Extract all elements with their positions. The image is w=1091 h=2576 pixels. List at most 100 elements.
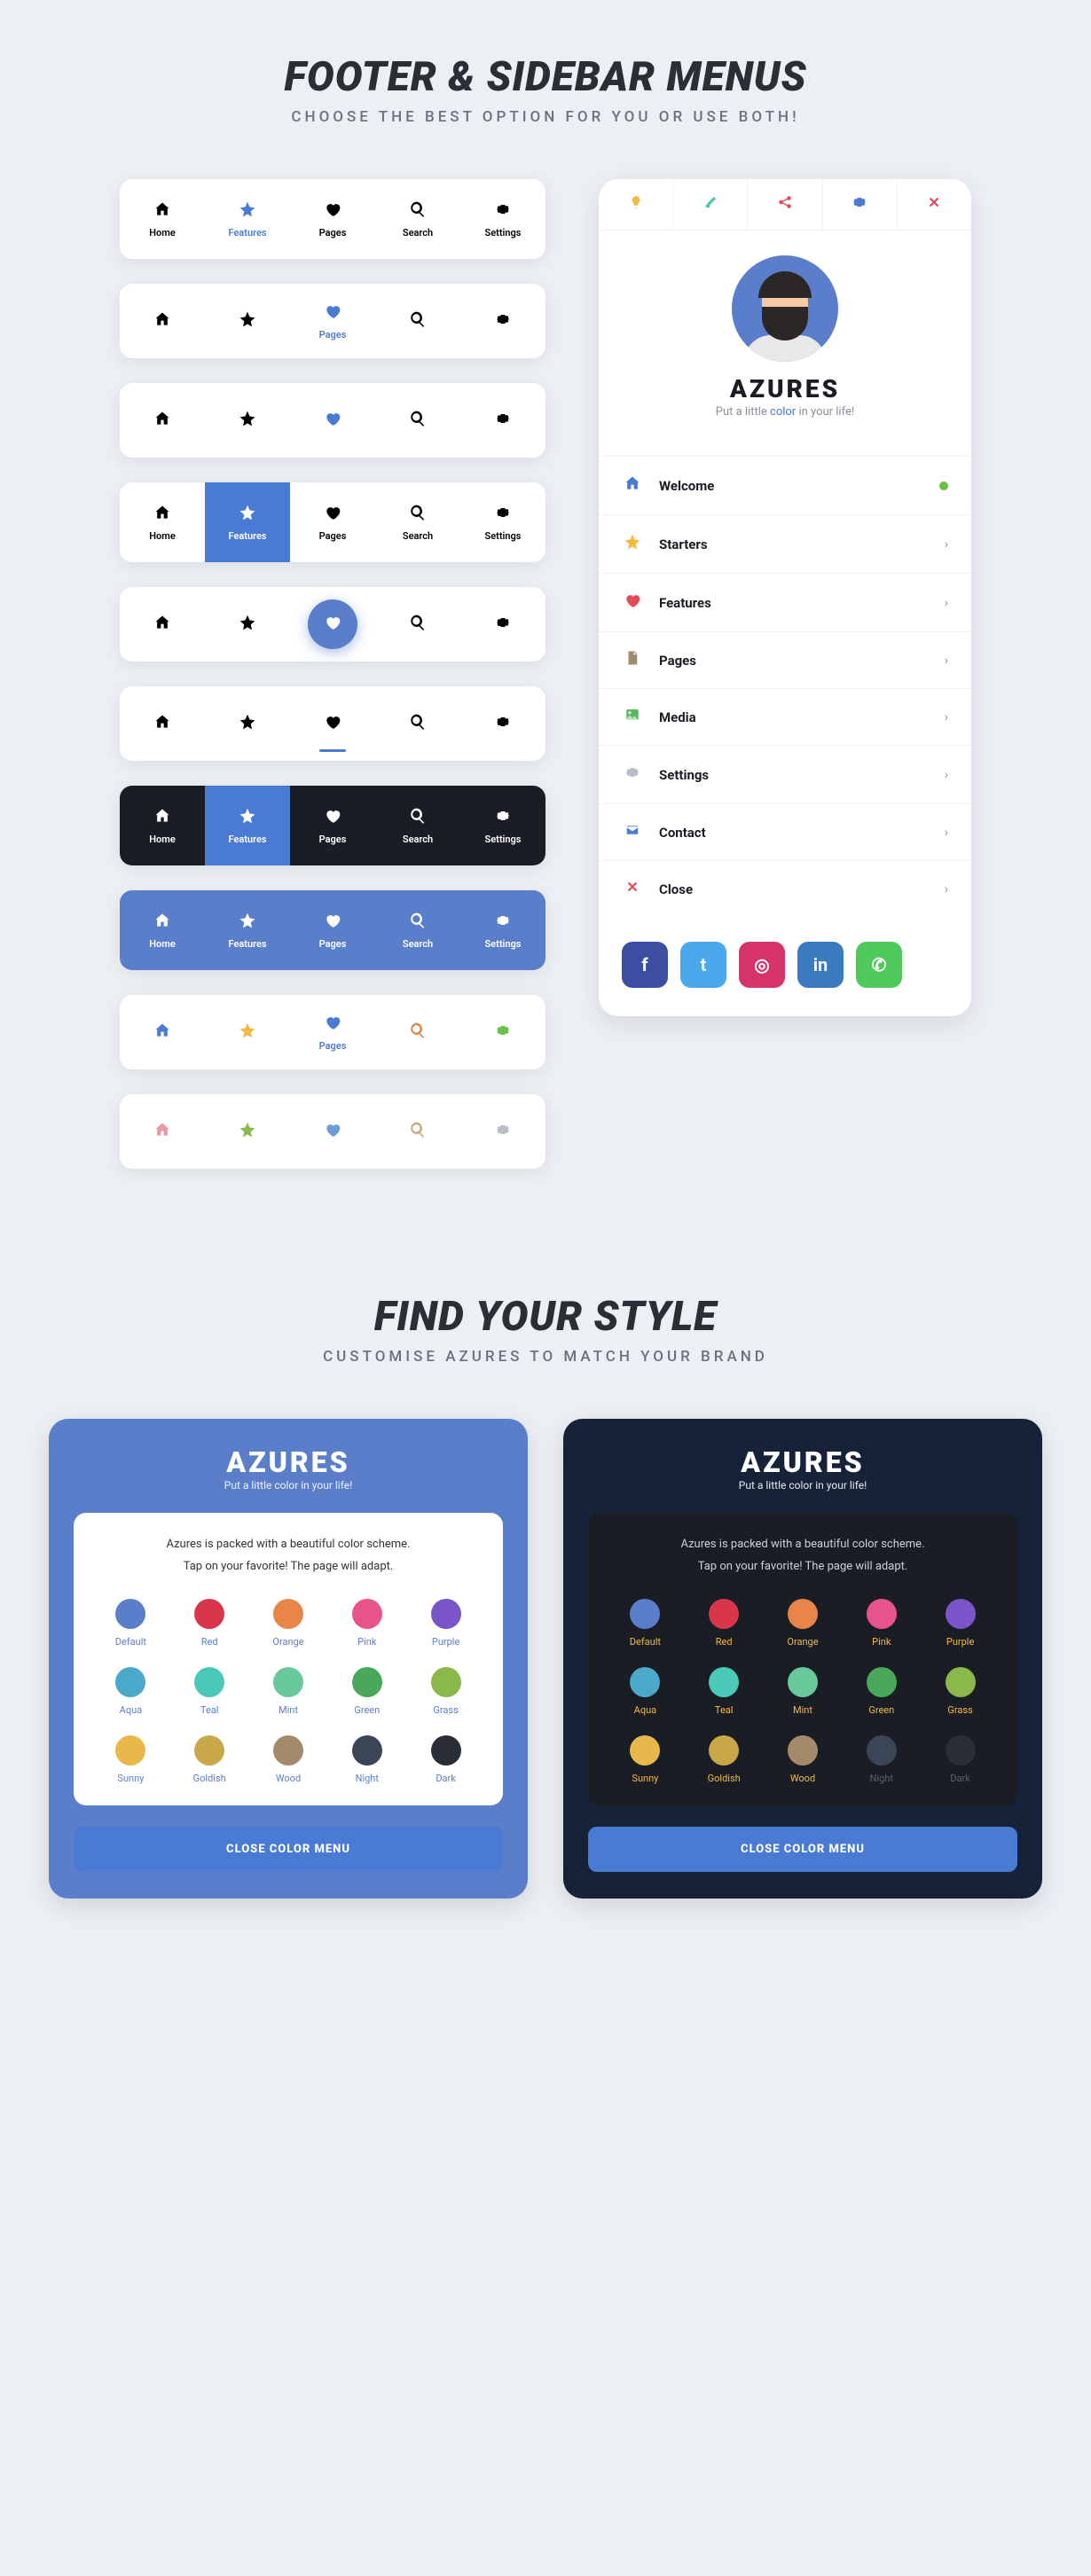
footer-item-settings[interactable] <box>460 284 546 358</box>
sidebar-top-bulb[interactable] <box>599 179 673 230</box>
color-swatch-night[interactable]: Night <box>845 1735 917 1784</box>
footer-item-search[interactable] <box>375 995 460 1069</box>
footer-item-features[interactable]: Features <box>205 179 290 259</box>
menu-item-contact[interactable]: Contact› <box>599 803 971 860</box>
color-swatch-purple[interactable]: Purple <box>410 1599 482 1648</box>
footer-item-pages[interactable] <box>290 587 375 662</box>
menu-item-features[interactable]: Features› <box>599 573 971 631</box>
color-swatch-grass[interactable]: Grass <box>410 1667 482 1716</box>
color-swatch-default[interactable]: Default <box>609 1599 681 1648</box>
footer-item-search[interactable] <box>375 587 460 662</box>
menu-item-starters[interactable]: Starters› <box>599 514 971 573</box>
color-swatch-teal[interactable]: Teal <box>688 1667 760 1716</box>
menu-item-welcome[interactable]: Welcome <box>599 456 971 514</box>
color-swatch-red[interactable]: Red <box>688 1599 760 1648</box>
social-facebook[interactable]: f <box>622 942 668 988</box>
footer-item-features[interactable] <box>205 383 290 458</box>
color-swatch-dark[interactable]: Dark <box>410 1735 482 1784</box>
footer-item-settings[interactable] <box>460 995 546 1069</box>
footer-item-home[interactable] <box>120 995 205 1069</box>
color-swatch-dark[interactable]: Dark <box>924 1735 996 1784</box>
color-swatch-orange[interactable]: Orange <box>253 1599 325 1648</box>
footer-item-features[interactable] <box>205 1094 290 1169</box>
footer-item-home[interactable] <box>120 587 205 662</box>
footer-item-home[interactable]: Home <box>120 890 205 970</box>
footer-item-pages[interactable]: Pages <box>290 482 375 562</box>
footer-item-pages[interactable]: Pages <box>290 284 375 358</box>
color-swatch-teal[interactable]: Teal <box>174 1667 246 1716</box>
color-swatch-mint[interactable]: Mint <box>767 1667 839 1716</box>
footer-item-settings[interactable]: Settings <box>460 179 546 259</box>
social-instagram[interactable]: ◎ <box>739 942 785 988</box>
close-color-menu-button[interactable]: CLOSE COLOR MENU <box>588 1827 1017 1872</box>
close-color-menu-button[interactable]: CLOSE COLOR MENU <box>74 1827 503 1872</box>
footer-item-home[interactable] <box>120 1094 205 1169</box>
footer-item-pages[interactable] <box>290 686 375 761</box>
social-twitter[interactable]: t <box>680 942 726 988</box>
footer-item-features[interactable]: Features <box>205 786 290 865</box>
footer-item-settings[interactable] <box>460 686 546 761</box>
footer-item-features[interactable] <box>205 587 290 662</box>
color-swatch-wood[interactable]: Wood <box>767 1735 839 1784</box>
footer-item-pages[interactable] <box>290 383 375 458</box>
color-swatch-wood[interactable]: Wood <box>253 1735 325 1784</box>
footer-item-search[interactable]: Search <box>375 890 460 970</box>
footer-item-pages[interactable]: Pages <box>290 786 375 865</box>
color-swatch-sunny[interactable]: Sunny <box>95 1735 167 1784</box>
footer-item-settings[interactable]: Settings <box>460 890 546 970</box>
color-swatch-green[interactable]: Green <box>331 1667 403 1716</box>
sidebar-top-gear[interactable] <box>823 179 898 230</box>
footer-item-search[interactable]: Search <box>375 786 460 865</box>
footer-item-search[interactable] <box>375 383 460 458</box>
menu-item-settings[interactable]: Settings› <box>599 745 971 803</box>
social-linkedin[interactable]: in <box>797 942 844 988</box>
footer-item-home[interactable] <box>120 686 205 761</box>
social-whatsapp[interactable]: ✆ <box>856 942 902 988</box>
color-swatch-aqua[interactable]: Aqua <box>95 1667 167 1716</box>
sidebar-top-close[interactable] <box>898 179 971 230</box>
footer-item-search[interactable] <box>375 686 460 761</box>
color-swatch-orange[interactable]: Orange <box>767 1599 839 1648</box>
footer-item-search[interactable]: Search <box>375 482 460 562</box>
sidebar-top-share[interactable] <box>748 179 822 230</box>
footer-item-pages[interactable]: Pages <box>290 995 375 1069</box>
footer-item-home[interactable] <box>120 284 205 358</box>
color-swatch-green[interactable]: Green <box>845 1667 917 1716</box>
color-swatch-pink[interactable]: Pink <box>845 1599 917 1648</box>
footer-item-features[interactable]: Features <box>205 890 290 970</box>
color-swatch-default[interactable]: Default <box>95 1599 167 1648</box>
footer-item-settings[interactable]: Settings <box>460 482 546 562</box>
color-swatch-sunny[interactable]: Sunny <box>609 1735 681 1784</box>
menu-item-close[interactable]: Close› <box>599 860 971 917</box>
footer-item-settings[interactable] <box>460 587 546 662</box>
color-swatch-goldish[interactable]: Goldish <box>688 1735 760 1784</box>
footer-item-settings[interactable] <box>460 383 546 458</box>
footer-item-features[interactable] <box>205 284 290 358</box>
footer-item-settings[interactable] <box>460 1094 546 1169</box>
footer-item-search[interactable]: Search <box>375 179 460 259</box>
color-swatch-pink[interactable]: Pink <box>331 1599 403 1648</box>
footer-item-features[interactable]: Features <box>205 482 290 562</box>
menu-item-pages[interactable]: Pages› <box>599 631 971 688</box>
footer-item-home[interactable]: Home <box>120 482 205 562</box>
footer-item-home[interactable]: Home <box>120 179 205 259</box>
color-swatch-mint[interactable]: Mint <box>253 1667 325 1716</box>
footer-item-pages[interactable] <box>290 1094 375 1169</box>
footer-item-features[interactable] <box>205 995 290 1069</box>
footer-item-features[interactable] <box>205 686 290 761</box>
color-swatch-night[interactable]: Night <box>331 1735 403 1784</box>
footer-item-settings[interactable]: Settings <box>460 786 546 865</box>
menu-item-media[interactable]: Media› <box>599 688 971 745</box>
footer-item-home[interactable] <box>120 383 205 458</box>
color-swatch-red[interactable]: Red <box>174 1599 246 1648</box>
sidebar-top-brush[interactable] <box>673 179 748 230</box>
color-swatch-purple[interactable]: Purple <box>924 1599 996 1648</box>
color-swatch-goldish[interactable]: Goldish <box>174 1735 246 1784</box>
footer-item-search[interactable] <box>375 1094 460 1169</box>
footer-item-pages[interactable]: Pages <box>290 890 375 970</box>
footer-item-pages[interactable]: Pages <box>290 179 375 259</box>
footer-item-search[interactable] <box>375 284 460 358</box>
color-swatch-grass[interactable]: Grass <box>924 1667 996 1716</box>
color-swatch-aqua[interactable]: Aqua <box>609 1667 681 1716</box>
footer-item-home[interactable]: Home <box>120 786 205 865</box>
